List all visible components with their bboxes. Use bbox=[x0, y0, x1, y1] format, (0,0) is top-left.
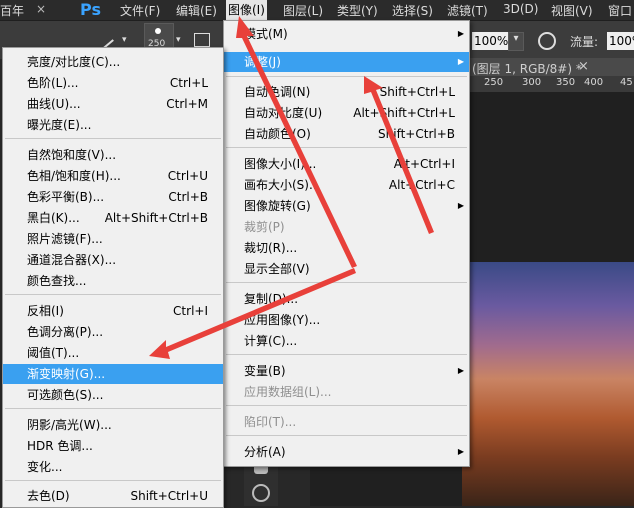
arrow-to-image-menu bbox=[236, 16, 357, 268]
annotation-arrows bbox=[149, 16, 434, 359]
arrow-to-adjust-item bbox=[364, 76, 434, 234]
arrow-to-gradient-map bbox=[149, 268, 356, 359]
